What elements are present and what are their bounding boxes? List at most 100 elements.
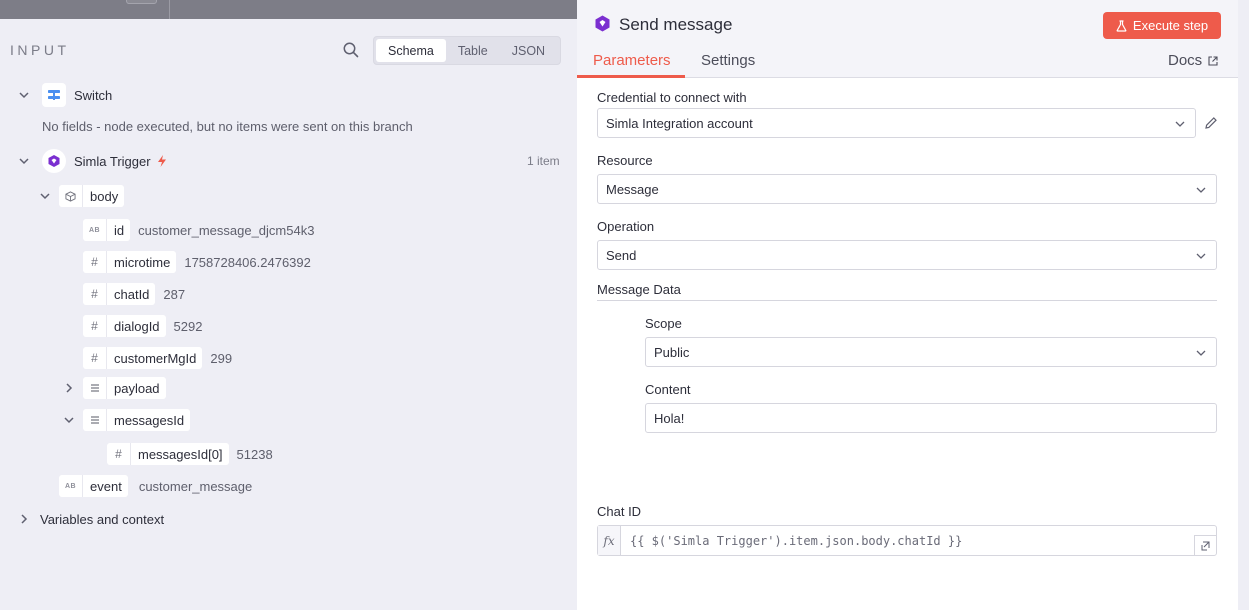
content-value: Hola!: [654, 410, 685, 426]
canvas-toolbar-button[interactable]: [126, 0, 157, 4]
input-title: INPUT: [10, 42, 70, 58]
field-name: customerMgId: [114, 350, 197, 366]
variables-context-row[interactable]: Variables and context: [18, 507, 164, 531]
field-row: # messagesId[0] 51238: [107, 442, 273, 466]
chevron-right-icon[interactable]: [18, 513, 30, 525]
view-switcher: Schema Table JSON: [373, 36, 561, 65]
field-pill[interactable]: # dialogId: [83, 315, 166, 337]
credential-label: Credential to connect with: [597, 90, 747, 105]
open-expression-editor-icon[interactable]: [1194, 535, 1216, 555]
field-name: messagesId[0]: [138, 446, 223, 462]
chevron-down-icon[interactable]: [39, 190, 51, 202]
field-value: customer_message: [138, 478, 253, 494]
content-label: Content: [645, 382, 691, 397]
tab-settings[interactable]: Settings: [701, 52, 755, 69]
simla-logo-icon: [48, 155, 60, 167]
resource-select[interactable]: Message: [597, 174, 1217, 204]
node-settings-panel: Send message Execute step Parameters Set…: [577, 0, 1238, 610]
messagesid-row[interactable]: messagesId: [63, 408, 191, 432]
input-panel: INPUT Schema Table JSON Switch No fields…: [0, 19, 577, 610]
field-pill[interactable]: # chatId: [83, 283, 156, 305]
tab-parameters[interactable]: Parameters: [593, 52, 671, 69]
field-pill[interactable]: # customerMgId: [83, 347, 203, 369]
chat-id-label: Chat ID: [597, 504, 642, 519]
field-name: chatId: [114, 286, 150, 302]
payload-pill: payload: [83, 377, 166, 399]
chevron-down-icon[interactable]: [63, 414, 75, 426]
credential-select[interactable]: Simla Integration account: [597, 108, 1196, 138]
canvas-top-strip: [0, 0, 577, 19]
operation-select[interactable]: Send: [597, 240, 1217, 270]
scope-label: Scope: [645, 316, 682, 331]
field-row: # chatId 287: [83, 282, 185, 306]
chevron-right-icon[interactable]: [63, 382, 75, 394]
field-pill[interactable]: # messagesId[0]: [107, 443, 229, 465]
scope-select[interactable]: Public: [645, 337, 1217, 367]
field-name: id: [114, 222, 125, 238]
panel-header: Send message Execute step Parameters Set…: [577, 0, 1238, 78]
active-tab-indicator: [577, 75, 685, 78]
field-row: # customerMgId 299: [83, 346, 232, 370]
list-icon: [83, 409, 107, 431]
chevron-down-icon[interactable]: [18, 89, 30, 101]
chat-id-expression[interactable]: {{ $('Simla Trigger').item.json.body.cha…: [621, 526, 962, 555]
toolbar-separator: [169, 0, 170, 19]
section-divider: [597, 300, 1217, 301]
fx-icon: fx: [598, 526, 621, 555]
execute-step-button[interactable]: Execute step: [1103, 12, 1221, 39]
chevron-down-icon: [1196, 187, 1206, 193]
field-value: 287: [163, 286, 186, 302]
number-type-icon: #: [83, 251, 107, 273]
string-type-icon: AB: [59, 475, 83, 497]
body-pill: body: [59, 185, 125, 207]
switch-node-row[interactable]: Switch: [18, 83, 112, 107]
external-link-icon: [1208, 55, 1218, 66]
list-icon: [83, 377, 107, 399]
field-name: event: [90, 478, 122, 494]
trigger-node-icon: [42, 149, 66, 173]
field-value: 51238: [236, 446, 273, 462]
number-type-icon: #: [83, 347, 107, 369]
number-type-icon: #: [107, 443, 131, 465]
field-value: 5292: [173, 318, 203, 334]
messagesid-label: messagesId: [114, 412, 185, 428]
chevron-down-icon[interactable]: [18, 155, 30, 167]
field-pill[interactable]: # microtime: [83, 251, 177, 273]
body-row[interactable]: body: [39, 184, 125, 208]
number-type-icon: #: [83, 283, 107, 305]
execute-step-label: Execute step: [1132, 18, 1209, 33]
pencil-icon[interactable]: [1204, 116, 1218, 130]
operation-label: Operation: [597, 219, 655, 234]
field-row: # microtime 1758728406.2476392: [83, 250, 311, 274]
canvas-right-edge: [1238, 0, 1249, 610]
field-row: AB id customer_message_djcm54k3: [83, 218, 314, 242]
field-row: AB event customer_message: [59, 474, 252, 498]
payload-row[interactable]: payload: [63, 376, 166, 400]
flask-icon: [1116, 19, 1127, 32]
resource-value: Message: [606, 181, 659, 197]
field-pill[interactable]: AB event: [59, 475, 128, 497]
docs-link[interactable]: Docs: [1168, 52, 1218, 69]
chevron-down-icon: [1196, 253, 1206, 259]
search-icon[interactable]: [342, 41, 360, 59]
credential-value: Simla Integration account: [606, 115, 753, 131]
body-label: body: [90, 188, 119, 204]
field-value: 299: [210, 350, 233, 366]
tab-table[interactable]: Table: [446, 39, 500, 62]
field-name: dialogId: [114, 318, 160, 334]
node-title[interactable]: Send message: [619, 15, 732, 35]
switch-node-icon: [42, 83, 66, 107]
chat-id-expression-field[interactable]: fx {{ $('Simla Trigger').item.json.body.…: [597, 525, 1217, 556]
switch-empty-message: No fields - node executed, but no items …: [42, 119, 413, 134]
simla-logo-icon: [595, 15, 610, 32]
field-value: customer_message_djcm54k3: [138, 222, 315, 238]
content-input[interactable]: Hola!: [645, 403, 1217, 433]
lightning-icon: [157, 155, 166, 167]
tab-schema[interactable]: Schema: [376, 39, 446, 62]
trigger-node-row[interactable]: Simla Trigger: [18, 149, 167, 173]
resource-label: Resource: [597, 153, 653, 168]
chevron-down-icon: [1175, 121, 1185, 127]
scope-value: Public: [654, 344, 690, 360]
tab-json[interactable]: JSON: [500, 39, 557, 62]
field-pill[interactable]: AB id: [83, 219, 131, 241]
